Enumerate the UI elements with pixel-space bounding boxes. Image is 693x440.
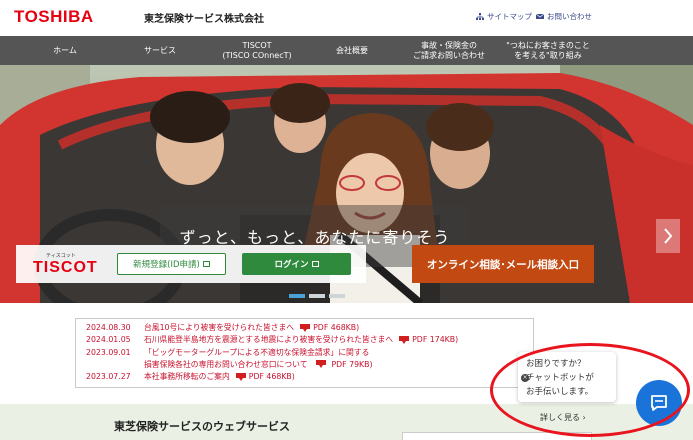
- news-text: 損害保険各社の専用お問い合わせ窓口について: [144, 359, 308, 369]
- news-date: 2024.01.05: [86, 335, 131, 345]
- chat-line-1: お困りですか？: [526, 359, 586, 369]
- pdf-icon: [235, 372, 246, 381]
- register-label: 新規登録(ID申請): [133, 260, 200, 270]
- web-services-title: 東芝保険サービスのウェブサービス: [114, 420, 290, 433]
- chat-icon: [651, 395, 667, 411]
- chat-open-button[interactable]: [636, 380, 682, 426]
- news-item[interactable]: 2024.01.05 石川県能登半島地方を震源とする地震により被害を受けられた皆…: [86, 334, 523, 346]
- global-nav: ホーム サービス TISCOT (TISCO COnnecT) 会社概要 事故・…: [0, 36, 693, 65]
- pdf-icon: [315, 360, 326, 369]
- news-text: 台風10号により被害を受けられた皆さまへ: [144, 323, 295, 332]
- more-link[interactable]: 詳しく見る ›: [540, 412, 586, 423]
- news-text: 石川県能登半島地方を震源とする地震により被害を受けられた皆さまへ: [144, 335, 394, 345]
- nav-home-label: ホーム: [53, 45, 77, 55]
- nav-services-label: サービス: [144, 45, 176, 55]
- nav-services[interactable]: サービス: [130, 36, 190, 65]
- chat-line-2: チャットボットが: [526, 373, 594, 383]
- external-link-icon: [311, 261, 319, 267]
- toshiba-logo[interactable]: TOSHIBA: [14, 7, 94, 27]
- web-services-card[interactable]: [402, 432, 592, 440]
- news-pdf: PDF 468KB): [248, 372, 295, 382]
- nav-company[interactable]: 会社概要: [322, 36, 382, 65]
- nav-initiatives-line1: "つねにお客さまのこと: [506, 40, 590, 50]
- nav-claims-line1: 事故・保険金の: [421, 40, 477, 50]
- carousel-dot-1[interactable]: [289, 294, 305, 298]
- carousel-dot-2[interactable]: [309, 294, 325, 298]
- contact-label: お問い合わせ: [547, 12, 592, 21]
- news-date: 2024.08.30: [86, 323, 131, 332]
- nav-claims-line2: ご請求お問い合わせ: [413, 50, 485, 60]
- company-name[interactable]: 東芝保険サービス株式会社: [144, 10, 264, 25]
- news-pdf: PDF 79KB): [331, 359, 373, 369]
- sitemap-link[interactable]: サイトマップ: [476, 11, 532, 22]
- sitemap-icon: [476, 13, 484, 20]
- news-text: 「ビッグモーターグループによる不適切な保険金請求」に関する: [144, 347, 370, 357]
- news-item[interactable]: 2023.09.01 「ビッグモーターグループによる不適切な保険金請求」に関する: [86, 347, 523, 359]
- pdf-icon: [399, 335, 410, 344]
- news-pdf: PDF 174KB): [412, 335, 459, 345]
- chat-line-3: お手伝いします。: [526, 387, 594, 397]
- carousel-dot-3[interactable]: [329, 294, 345, 298]
- nav-claims[interactable]: 事故・保険金の ご請求お問い合わせ: [404, 36, 494, 65]
- nav-tiscot-line1: TISCOT: [242, 40, 272, 50]
- news-box: 2024.08.30 台風10号により被害を受けられた皆さまへ PDF 468K…: [75, 318, 534, 388]
- news-date: 2023.09.01: [86, 347, 131, 357]
- carousel-next-button[interactable]: [656, 219, 680, 253]
- news-item-continued[interactable]: 損害保険各社の専用お問い合わせ窓口について PDF 79KB): [86, 359, 523, 371]
- online-consult-button[interactable]: オンライン相談･メール相談入口: [412, 245, 594, 283]
- nav-tiscot[interactable]: TISCOT (TISCO COnnecT): [212, 36, 302, 65]
- news-date: 2023.07.27: [86, 372, 131, 382]
- nav-home[interactable]: ホーム: [40, 36, 90, 65]
- site-header: TOSHIBA 東芝保険サービス株式会社 サイトマップ お問い合わせ: [0, 0, 693, 36]
- chatbot-bubble[interactable]: お困りですか？ チャットボットが お手伝いします。 ×: [518, 352, 616, 402]
- nav-initiatives[interactable]: "つねにお客さまのこと を考える"取り組み: [496, 36, 600, 65]
- register-button[interactable]: 新規登録(ID申請): [117, 253, 226, 275]
- sitemap-label: サイトマップ: [487, 12, 532, 21]
- news-pdf: PDF 468KB): [313, 323, 360, 332]
- chevron-right-icon: [664, 228, 673, 244]
- pdf-icon: [300, 323, 311, 332]
- tiscot-logo: TISCOT: [33, 259, 98, 276]
- news-text: 本社事務所移転のご案内: [144, 372, 230, 382]
- nav-initiatives-line2: を考える"取り組み: [514, 50, 582, 60]
- mail-icon: [536, 13, 544, 19]
- news-item[interactable]: 2024.08.30 台風10号により被害を受けられた皆さまへ PDF 468K…: [86, 322, 523, 334]
- nav-tiscot-line2: (TISCO COnnecT): [222, 50, 292, 60]
- contact-link[interactable]: お問い合わせ: [536, 11, 592, 22]
- news-item[interactable]: 2023.07.27 本社事務所移転のご案内 PDF 468KB): [86, 371, 523, 383]
- external-link-icon: [202, 261, 210, 267]
- close-icon[interactable]: ×: [521, 374, 529, 382]
- login-button[interactable]: ログイン: [242, 253, 351, 275]
- nav-company-label: 会社概要: [336, 45, 368, 55]
- tiscot-ruby: ティスコット: [46, 253, 76, 259]
- carousel-dots: [0, 294, 693, 300]
- login-label: ログイン: [274, 260, 309, 270]
